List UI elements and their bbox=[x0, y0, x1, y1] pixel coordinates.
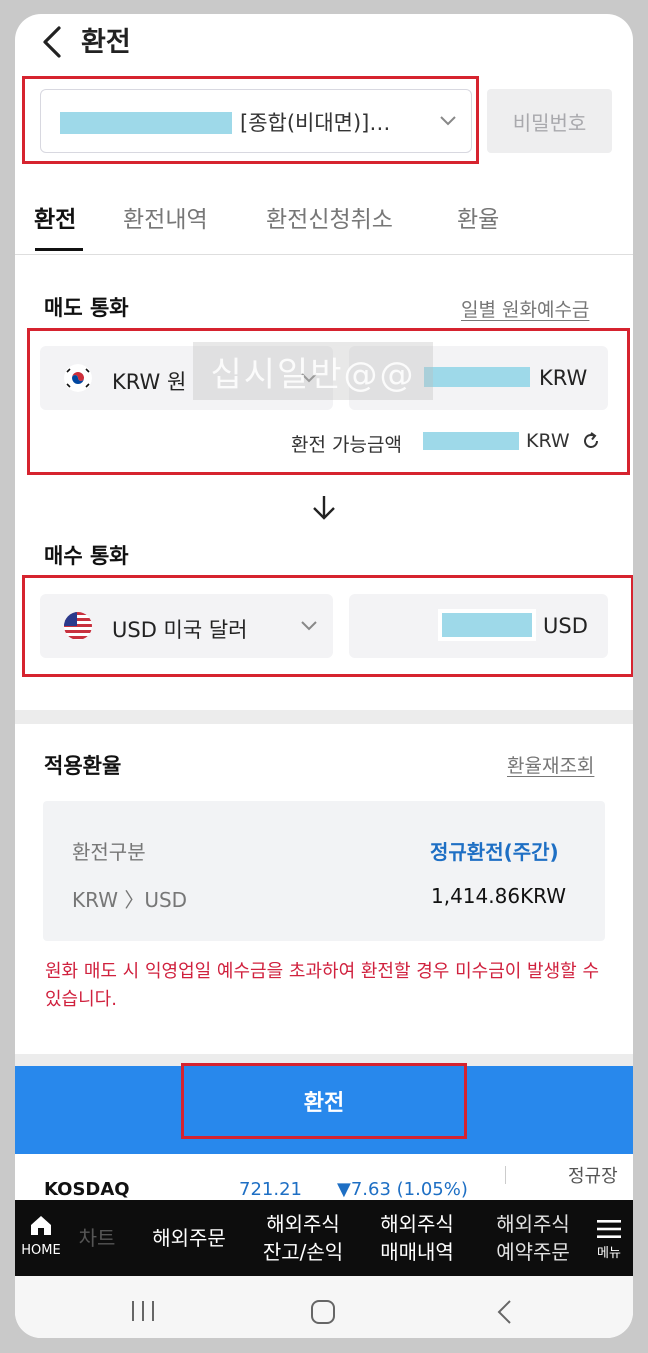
sell-currency-title: 매도 통화 bbox=[44, 296, 129, 320]
exchange-type-value: 정규환전(주간) bbox=[430, 840, 559, 864]
exchange-button[interactable]: 환전 bbox=[181, 1063, 467, 1139]
redacted-account-number bbox=[60, 112, 232, 134]
exchange-type-label: 환전구분 bbox=[72, 840, 146, 864]
redacted-available-amount bbox=[423, 432, 519, 450]
home-button-icon[interactable] bbox=[309, 1299, 337, 1325]
nav-home-label: HOME bbox=[21, 1243, 61, 1258]
tab-exchange-rate[interactable]: 환율 bbox=[457, 200, 499, 234]
back-arrow-icon[interactable] bbox=[37, 22, 71, 62]
nav-menu[interactable]: 메뉴 bbox=[588, 1218, 630, 1262]
system-back-icon[interactable] bbox=[493, 1299, 517, 1325]
tab-exchange-history[interactable]: 환전내역 bbox=[123, 200, 208, 234]
rate-refresh-link[interactable]: 환율재조회 bbox=[507, 751, 594, 778]
chevron-down-icon bbox=[440, 116, 456, 126]
market-session: 정규장 bbox=[568, 1166, 618, 1187]
sell-amount-unit: KRW bbox=[539, 366, 588, 390]
section-divider bbox=[15, 710, 633, 724]
buy-currency-label: USD 미국 달러 bbox=[112, 618, 248, 642]
divider bbox=[505, 1166, 506, 1184]
nav-menu-label: 메뉴 bbox=[597, 1246, 621, 1261]
password-button[interactable]: 비밀번호 bbox=[487, 89, 612, 153]
redacted-sell-amount bbox=[424, 367, 530, 387]
redacted-buy-amount bbox=[442, 613, 532, 637]
buy-currency-title: 매수 통화 bbox=[44, 544, 129, 568]
currency-pair-label: KRW 〉USD bbox=[72, 888, 188, 912]
page-title: 환전 bbox=[81, 27, 131, 58]
warning-text: 원화 매도 시 익영업일 예수금을 초과하여 환전할 경우 미수금이 발생할 수… bbox=[45, 961, 600, 1010]
ticker-value: 721.21 bbox=[239, 1179, 302, 1200]
divider bbox=[15, 254, 633, 255]
exchange-rate-value: 1,414.86KRW bbox=[431, 884, 567, 908]
account-name: [종합(비대면)]… bbox=[240, 111, 391, 135]
applied-rate-title: 적용환율 bbox=[44, 754, 122, 778]
nav-item-overseas-trades[interactable]: 해외주식 매매내역 bbox=[365, 1210, 469, 1266]
tab-exchange-cancel[interactable]: 환전신청취소 bbox=[266, 200, 393, 234]
app-screen: 환전 [종합(비대면)]… 비밀번호 환전 환전내역 환전신청취소 환율 매도 … bbox=[15, 14, 633, 1338]
nav-item-overseas-order[interactable]: 해외주문 bbox=[137, 1224, 241, 1252]
ticker-name: KOSDAQ bbox=[44, 1179, 130, 1200]
available-amount-unit: KRW bbox=[526, 430, 570, 452]
nav-item-overseas-reserved[interactable]: 해외주식 예약주문 bbox=[481, 1210, 585, 1266]
active-tab-indicator bbox=[35, 248, 83, 251]
hamburger-menu-icon bbox=[597, 1220, 621, 1238]
us-flag-icon bbox=[64, 612, 92, 640]
exchange-button-label: 환전 bbox=[303, 1091, 345, 1116]
recent-apps-icon[interactable] bbox=[129, 1298, 157, 1324]
ticker-change: ▼7.63 (1.05%) bbox=[337, 1179, 468, 1200]
nav-item-overseas-balance[interactable]: 해외주식 잔고/손익 bbox=[251, 1210, 355, 1266]
arrow-down-icon bbox=[313, 496, 335, 520]
chevron-down-icon bbox=[301, 621, 317, 631]
tab-exchange[interactable]: 환전 bbox=[34, 200, 76, 234]
nav-item-partial[interactable]: 차트 bbox=[77, 1224, 117, 1252]
nav-home[interactable]: HOME bbox=[18, 1214, 64, 1259]
watermark: 십시일반@@ bbox=[193, 342, 433, 400]
korea-flag-icon bbox=[64, 364, 92, 392]
buy-amount-unit: USD bbox=[543, 614, 588, 638]
home-icon bbox=[31, 1216, 51, 1235]
refresh-icon[interactable] bbox=[581, 431, 601, 451]
rate-card bbox=[43, 801, 605, 941]
daily-krw-deposit-link[interactable]: 일별 원화예수금 bbox=[461, 295, 589, 322]
sell-currency-label: KRW 원 bbox=[112, 370, 187, 394]
available-amount-label: 환전 가능금액 bbox=[291, 434, 402, 456]
